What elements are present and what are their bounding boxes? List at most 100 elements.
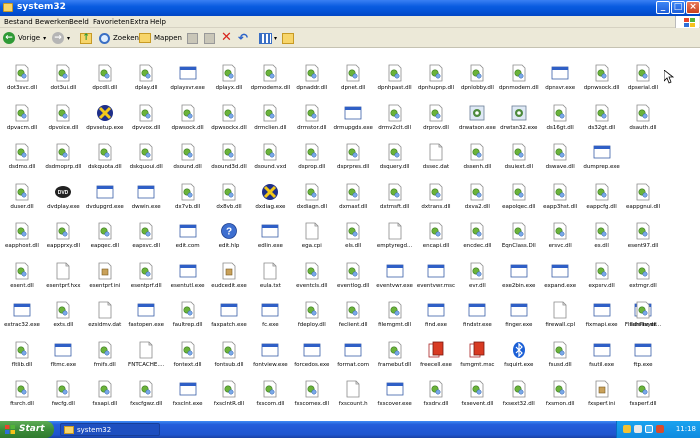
file-item-fc-exe[interactable]: fc.exe xyxy=(250,301,290,338)
file-item-drwatson-exe[interactable]: drwatson.exe xyxy=(457,104,497,141)
start-button[interactable]: Start xyxy=(0,421,54,438)
file-item-dpnet-dll[interactable]: dpnet.dll xyxy=(333,64,373,101)
file-item-eappcfg-dll[interactable]: eappcfg.dll xyxy=(582,183,622,220)
file-item-fxscom-dll[interactable]: fxscom.dll xyxy=(250,380,290,417)
file-item-dxdiag-exe[interactable]: dxdiag.exe xyxy=(250,183,290,220)
file-item-dumprep-exe[interactable]: dumprep.exe xyxy=(582,143,622,180)
file-item-fsutil-exe[interactable]: fsutil.exe xyxy=(582,341,622,378)
menu-extra[interactable]: Extra xyxy=(130,18,148,26)
file-item-fxsclntr-dll[interactable]: fxsclntR.dll xyxy=(209,380,249,417)
file-item-esent97-dll[interactable]: esent97.dll xyxy=(623,222,663,259)
file-item-dssec-dat[interactable]: dssec.dat xyxy=(416,143,456,180)
folders-button[interactable]: Mappen xyxy=(139,31,182,45)
file-item-evr-dll[interactable]: evr.dll xyxy=(457,262,497,299)
file-item-encdec-dll[interactable]: encdec.dll xyxy=(457,222,497,259)
file-item-ds16gt-dll[interactable]: ds16gt.dll xyxy=(540,104,580,141)
file-item-emptyregd[interactable]: emptyregd... xyxy=(375,222,415,259)
file-item-eapolqec-dll[interactable]: eapolqec.dll xyxy=(499,183,539,220)
file-item-dpserial-dll[interactable]: dpserial.dll xyxy=(623,64,663,101)
file-item-dpnmodem-dll[interactable]: dpnmodem.dll xyxy=(499,64,539,101)
file-item-eventvwr-msc[interactable]: eventvwr.msc xyxy=(416,262,456,299)
file-item-dot3ui-dll[interactable]: dot3ui.dll xyxy=(43,64,83,101)
file-item-dsdmoprp-dll[interactable]: dsdmoprp.dll xyxy=(43,143,83,180)
file-item-edit-hlp[interactable]: ? edit.hlp xyxy=(209,222,249,259)
file-item-dpmodemx-dll[interactable]: dpmodemx.dll xyxy=(250,64,290,101)
file-item-eappgnui-dll[interactable]: eappgnui.dll xyxy=(623,183,663,220)
file-item-fltlib-dll[interactable]: fltlib.dll xyxy=(2,341,42,378)
file-item-dsprop-dll[interactable]: dsprop.dll xyxy=(292,143,332,180)
file-item-esent-dll[interactable]: esent.dll xyxy=(2,262,42,299)
file-item-dxva2-dll[interactable]: dxva2.dll xyxy=(457,183,497,220)
file-item-dsauth-dll[interactable]: dsauth.dll xyxy=(623,104,663,141)
file-item-ega-cpi[interactable]: ega.cpi xyxy=(292,222,332,259)
file-item-ezsidmv-dat[interactable]: ezsidmv.dat xyxy=(85,301,125,338)
file-item-esentutl-exe[interactable]: esentutl.exe xyxy=(168,262,208,299)
undo-button[interactable]: ↶ xyxy=(238,31,250,45)
file-item-faxpatch-exe[interactable]: faxpatch.exe xyxy=(209,301,249,338)
file-item-framebuf-dll[interactable]: framebuf.dll xyxy=(375,341,415,378)
file-item-drprov-dll[interactable]: drprov.dll xyxy=(416,104,456,141)
search-button[interactable]: Zoeken xyxy=(99,31,139,45)
file-item-dsound-dll[interactable]: dsound.dll xyxy=(168,143,208,180)
file-item-fltmc-exe[interactable]: fltmc.exe xyxy=(43,341,83,378)
file-item-fxsevent-dll[interactable]: fxsevent.dll xyxy=(457,380,497,417)
menu-beeld[interactable]: Beeld xyxy=(69,18,89,26)
file-item-es-dll[interactable]: es.dll xyxy=(582,222,622,259)
file-item-dxmasf-dll[interactable]: dxmasf.dll xyxy=(333,183,373,220)
file-item-filemgmt-dll[interactable]: filemgmt.dll xyxy=(375,301,415,338)
file-item-dpvoice-dll[interactable]: dpvoice.dll xyxy=(43,104,83,141)
file-item-dxtmsft-dll[interactable]: dxtmsft.dll xyxy=(375,183,415,220)
file-item-fxscomex-dll[interactable]: fxscomex.dll xyxy=(292,380,332,417)
file-item-fsusd-dll[interactable]: fsusd.dll xyxy=(540,341,580,378)
file-item-ftsrch-dll[interactable]: ftsrch.dll xyxy=(2,380,42,417)
file-item-finger-exe[interactable]: finger.exe xyxy=(499,301,539,338)
file-item-dxdiagn-dll[interactable]: dxdiagn.dll xyxy=(292,183,332,220)
menu-favorieten[interactable]: Favorieten xyxy=(93,18,130,26)
file-item-edlin-exe[interactable]: edlin.exe xyxy=(250,222,290,259)
file-item-expand-exe[interactable]: expand.exe xyxy=(540,262,580,299)
file-item-eula-txt[interactable]: eula.txt xyxy=(250,262,290,299)
tray-icon-bluetooth[interactable] xyxy=(645,425,653,433)
file-item-dpnsvr-exe[interactable]: dpnsvr.exe xyxy=(540,64,580,101)
file-item-faultrep-dll[interactable]: faultrep.dll xyxy=(168,301,208,338)
file-item-esentprf-ini[interactable]: esentprf.ini xyxy=(85,262,125,299)
file-item-dplay-dll[interactable]: dplay.dll xyxy=(126,64,166,101)
file-item-drmclien-dll[interactable]: drmclien.dll xyxy=(250,104,290,141)
file-item-dvdupgrd-exe[interactable]: dvdupgrd.exe xyxy=(85,183,125,220)
file-item-fsquirt-exe[interactable]: fsquirt.exe xyxy=(499,341,539,378)
file-item-fxsclnt-exe[interactable]: fxsclnt.exe xyxy=(168,380,208,417)
maximize-button[interactable]: □ xyxy=(671,1,685,14)
file-item-extmgr-dll[interactable]: extmgr.dll xyxy=(623,262,663,299)
file-item-ftp-exe[interactable]: ftp.exe xyxy=(623,341,663,378)
file-item-dskquota-dll[interactable]: dskquota.dll xyxy=(85,143,125,180)
file-item-fontext-dll[interactable]: fontext.dll xyxy=(168,341,208,378)
file-item-fontsub-dll[interactable]: fontsub.dll xyxy=(209,341,249,378)
folder-sync-button[interactable] xyxy=(282,31,294,45)
file-item-dsdmo-dll[interactable]: dsdmo.dll xyxy=(2,143,42,180)
file-item-drmupgds-exe[interactable]: drmupgds.exe xyxy=(333,104,373,141)
minimize-button[interactable]: _ xyxy=(656,1,670,14)
file-item-eapsvc-dll[interactable]: eapsvc.dll xyxy=(126,222,166,259)
file-item-els-dll[interactable]: els.dll xyxy=(333,222,373,259)
tray-icon-shield[interactable] xyxy=(623,425,631,433)
file-item-feclient-dll[interactable]: feclient.dll xyxy=(333,301,373,338)
file-item-format-com[interactable]: format.com xyxy=(333,341,373,378)
file-item-findstr-exe[interactable]: findstr.exe xyxy=(457,301,497,338)
file-item-eapphost-dll[interactable]: eapphost.dll xyxy=(2,222,42,259)
file-item-fxscover-exe[interactable]: fxscover.exe xyxy=(375,380,415,417)
views-button[interactable]: ▾ xyxy=(259,31,277,45)
file-item-dpnlobby-dll[interactable]: dpnlobby.dll xyxy=(457,64,497,101)
file-item-encapi-dll[interactable]: encapi.dll xyxy=(416,222,456,259)
file-item-dsound3d-dll[interactable]: dsound3d.dll xyxy=(209,143,249,180)
file-item-fmifs-dll[interactable]: fmifs.dll xyxy=(85,341,125,378)
file-item-find-exe[interactable]: find.exe xyxy=(416,301,456,338)
file-item-dwwin-exe[interactable]: dwwin.exe xyxy=(126,183,166,220)
file-item-dpnwsock-dll[interactable]: dpnwsock.dll xyxy=(582,64,622,101)
file-item-ds32gt-dll[interactable]: ds32gt.dll xyxy=(582,104,622,141)
file-item-dssenh-dll[interactable]: dssenh.dll xyxy=(457,143,497,180)
file-item-fxscount-h[interactable]: fxscount.h xyxy=(333,380,373,417)
file-item-dpvacm-dll[interactable]: dpvacm.dll xyxy=(2,104,42,141)
file-item-eudcedit-exe[interactable]: eudcedit.exe xyxy=(209,262,249,299)
file-item-dsuiext-dll[interactable]: dsuiext.dll xyxy=(499,143,539,180)
copy-to-button[interactable] xyxy=(204,31,215,45)
